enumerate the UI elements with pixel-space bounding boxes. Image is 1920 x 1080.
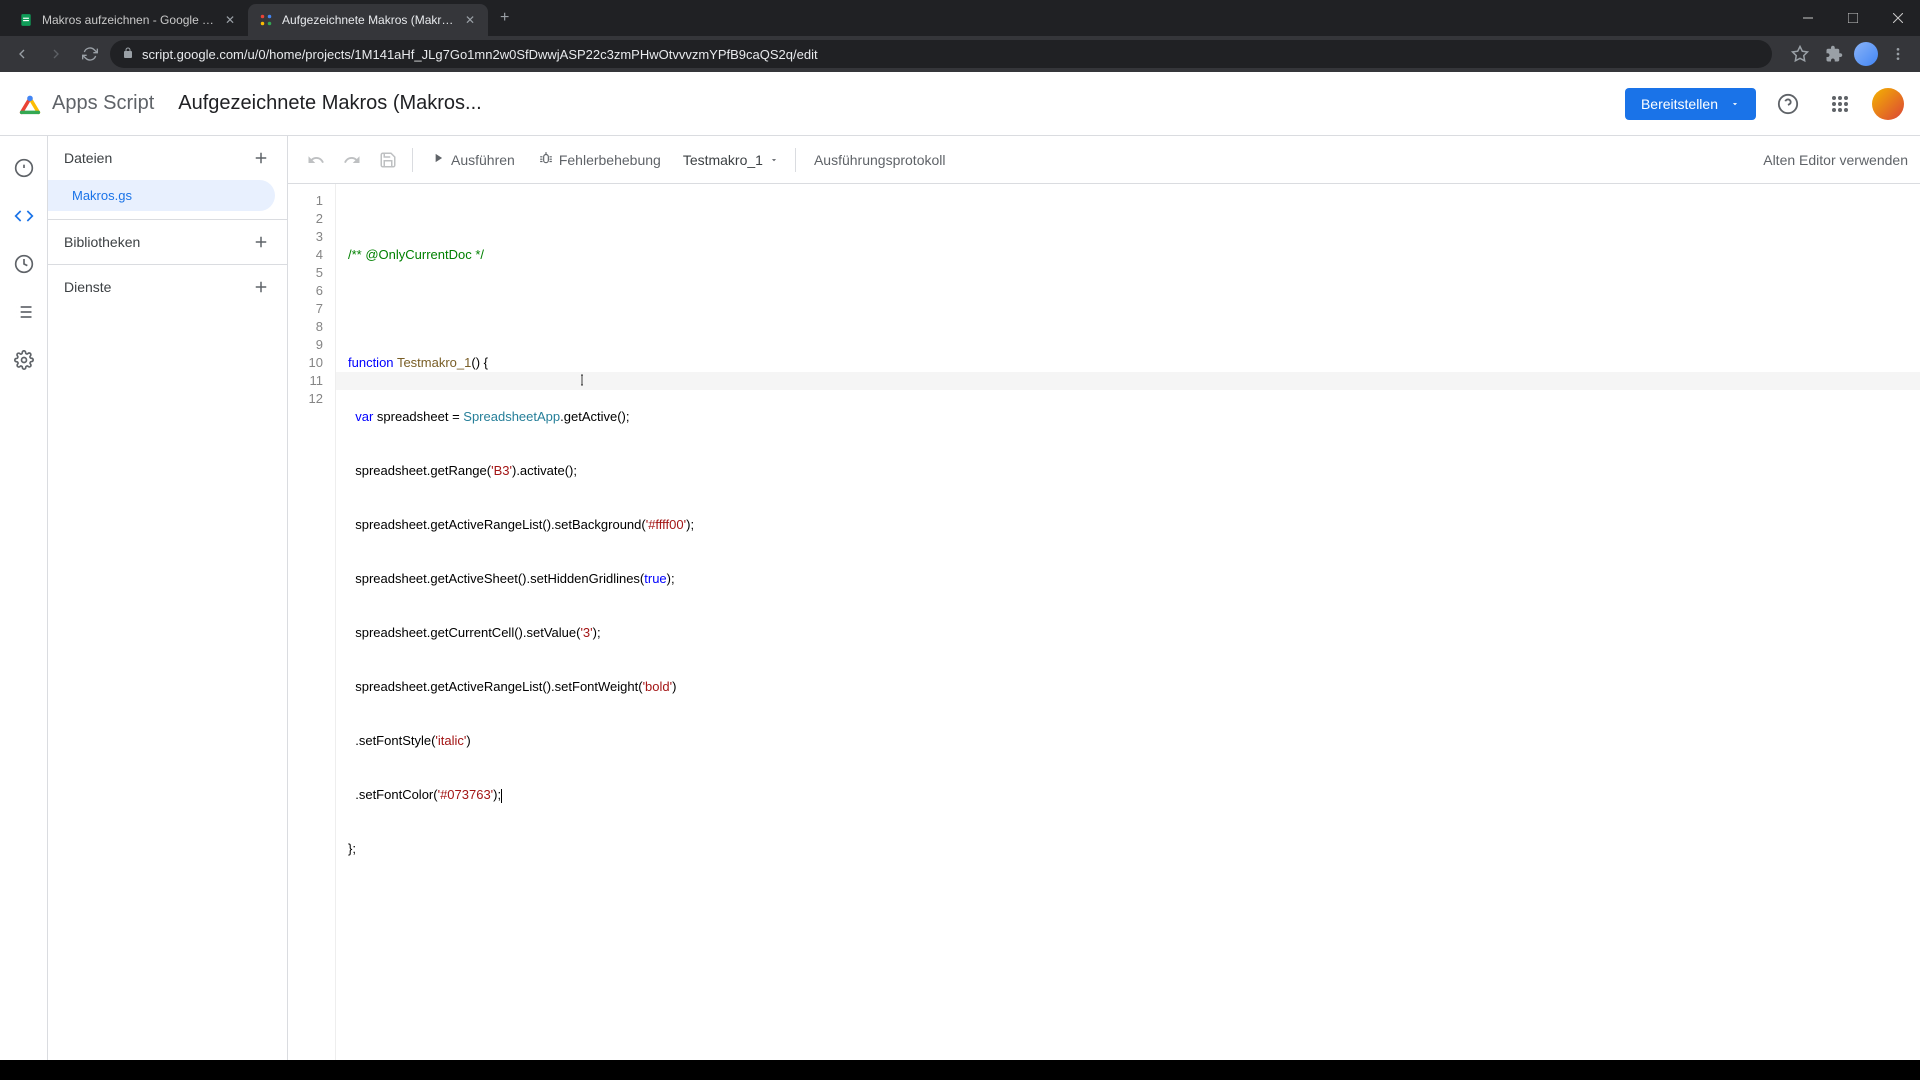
maximize-icon[interactable] [1830, 0, 1875, 36]
libraries-label: Bibliotheken [64, 234, 140, 250]
code-content[interactable]: /** @OnlyCurrentDoc */ function Testmakr… [336, 184, 1920, 1060]
run-button[interactable]: Ausführen [421, 144, 525, 176]
lock-icon [122, 47, 134, 62]
apps-icon[interactable] [1820, 84, 1860, 124]
settings-icon[interactable] [4, 340, 44, 380]
executions-icon[interactable] [4, 292, 44, 332]
text-cursor [501, 789, 502, 803]
star-icon[interactable] [1786, 40, 1814, 68]
window-close-icon[interactable] [1875, 0, 1920, 36]
appscript-favicon [258, 12, 274, 28]
reload-icon[interactable] [76, 40, 104, 68]
appscript-logo-icon [16, 90, 44, 118]
project-title[interactable]: Aufgezeichnete Makros (Makros... [178, 92, 481, 115]
browser-tab-sheets[interactable]: Makros aufzeichnen - Google Ta ✕ [8, 4, 248, 36]
log-label: Ausführungsprotokoll [814, 152, 946, 168]
libraries-header: Bibliotheken [48, 220, 287, 264]
url-text: script.google.com/u/0/home/projects/1M14… [142, 47, 818, 62]
minimize-icon[interactable] [1785, 0, 1830, 36]
sheets-favicon [18, 12, 34, 28]
current-line-highlight [336, 372, 1920, 390]
browser-toolbar: script.google.com/u/0/home/projects/1M14… [0, 36, 1920, 72]
function-name: Testmakro_1 [683, 152, 763, 168]
run-label: Ausführen [451, 152, 515, 168]
files-header: Dateien [48, 136, 287, 180]
help-icon[interactable] [1768, 84, 1808, 124]
deploy-label: Bereitstellen [1641, 96, 1718, 112]
bug-icon [539, 151, 553, 168]
extensions-icon[interactable] [1820, 40, 1848, 68]
tab-title: Aufgezeichnete Makros (Makros [282, 13, 454, 27]
sidebar: Dateien Makros.gs Bibliotheken Dienste [48, 136, 288, 1060]
file-item-makros[interactable]: Makros.gs [48, 180, 275, 211]
function-select[interactable]: Testmakro_1 [675, 152, 787, 168]
triggers-icon[interactable] [4, 244, 44, 284]
overview-icon[interactable] [4, 148, 44, 188]
menu-icon[interactable] [1884, 40, 1912, 68]
back-icon[interactable] [8, 40, 36, 68]
deploy-button[interactable]: Bereitstellen [1625, 88, 1756, 120]
forward-icon[interactable] [42, 40, 70, 68]
add-file-icon[interactable] [251, 148, 271, 168]
chevron-down-icon [769, 152, 779, 168]
execution-log-button[interactable]: Ausführungsprotokoll [804, 144, 956, 176]
chevron-down-icon [1730, 96, 1740, 112]
add-service-icon[interactable] [251, 277, 271, 297]
close-icon[interactable]: ✕ [222, 12, 238, 28]
editor-area: Ausführen Fehlerbehebung Testmakro_1 Aus… [288, 136, 1920, 1060]
app-header: Apps Script Aufgezeichnete Makros (Makro… [0, 72, 1920, 136]
code-editor[interactable]: 123456789101112 /** @OnlyCurrentDoc */ f… [288, 184, 1920, 1060]
editor-icon[interactable] [4, 196, 44, 236]
debug-label: Fehlerbehebung [559, 152, 661, 168]
profile-avatar[interactable] [1854, 42, 1878, 66]
redo-button[interactable] [336, 144, 368, 176]
browser-tab-appscript[interactable]: Aufgezeichnete Makros (Makros ✕ [248, 4, 488, 36]
files-label: Dateien [64, 150, 112, 166]
new-tab-button[interactable]: + [488, 9, 521, 27]
app-name: Apps Script [52, 92, 154, 115]
undo-button[interactable] [300, 144, 332, 176]
save-button[interactable] [372, 144, 404, 176]
services-label: Dienste [64, 279, 111, 295]
url-bar[interactable]: script.google.com/u/0/home/projects/1M14… [110, 40, 1772, 68]
close-icon[interactable]: ✕ [462, 12, 478, 28]
add-library-icon[interactable] [251, 232, 271, 252]
app-logo[interactable]: Apps Script [16, 90, 154, 118]
play-icon [431, 151, 445, 168]
ibeam-cursor-icon [581, 368, 583, 392]
editor-toolbar: Ausführen Fehlerbehebung Testmakro_1 Aus… [288, 136, 1920, 184]
services-header: Dienste [48, 265, 287, 309]
debug-button[interactable]: Fehlerbehebung [529, 144, 671, 176]
account-avatar[interactable] [1872, 88, 1904, 120]
nav-rail [0, 136, 48, 1060]
browser-tabs: Makros aufzeichnen - Google Ta ✕ Aufgeze… [0, 0, 1920, 36]
tab-title: Makros aufzeichnen - Google Ta [42, 13, 214, 27]
old-editor-link[interactable]: Alten Editor verwenden [1763, 152, 1908, 168]
line-gutter: 123456789101112 [288, 184, 336, 1060]
